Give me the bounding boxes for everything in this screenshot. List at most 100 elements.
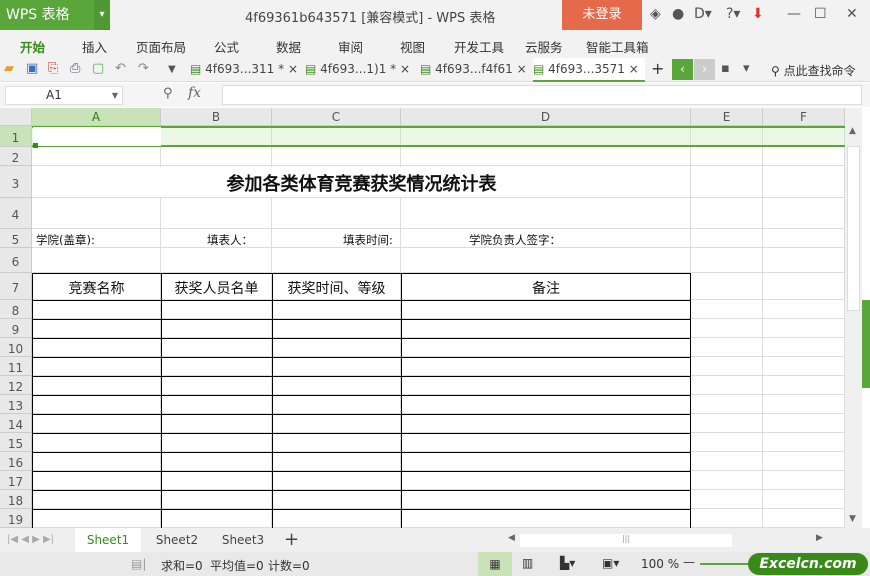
app-logo-label: WPS 表格 <box>6 7 70 23</box>
row-header-10[interactable]: 10 <box>0 338 32 357</box>
close-tab-icon[interactable]: × <box>517 62 527 76</box>
menu-data[interactable]: 数据 <box>276 37 301 56</box>
formula-input[interactable] <box>222 85 862 105</box>
row-header-7[interactable]: 7 <box>0 273 32 300</box>
menu-view[interactable]: 视图 <box>400 37 425 56</box>
doc-tab[interactable]: ▤ 4f693...311 * × <box>190 58 298 82</box>
page-layout-icon[interactable]: ▙▾ <box>560 556 575 570</box>
download-icon[interactable]: ⬇ <box>752 6 764 22</box>
doc-tab[interactable]: ▤ 4f693...1)1 * × <box>305 58 415 82</box>
tab-next-button[interactable]: › <box>694 59 715 80</box>
menu-developer[interactable]: 开发工具 <box>454 37 504 56</box>
menu-review[interactable]: 审阅 <box>338 37 363 56</box>
table-border <box>32 471 691 472</box>
column-header-B[interactable]: B <box>161 108 272 126</box>
select-all-corner[interactable] <box>0 108 32 126</box>
column-header-A[interactable]: A <box>32 108 161 126</box>
close-tab-icon[interactable]: × <box>288 62 298 76</box>
minimize-icon[interactable]: — <box>787 6 801 22</box>
side-panel-toggle[interactable] <box>862 300 870 388</box>
share-icon[interactable]: D▾ <box>694 6 712 22</box>
row-header-9[interactable]: 9 <box>0 319 32 338</box>
column-header-E[interactable]: E <box>691 108 763 126</box>
horizontal-scrollbar[interactable]: ||| <box>520 534 732 547</box>
chevron-down-icon[interactable]: ▾ <box>94 0 110 30</box>
row-header-14[interactable]: 14 <box>0 414 32 433</box>
menu-page-layout[interactable]: 页面布局 <box>136 37 186 56</box>
name-box[interactable]: A1 ▼ <box>5 86 123 105</box>
row-header-1[interactable]: 1 <box>0 126 32 147</box>
row-header-18[interactable]: 18 <box>0 490 32 509</box>
doc-tab[interactable]: ▤ 4f693...f4f61 × <box>420 58 530 82</box>
sheet-nav-icons[interactable]: |◀ ◀ ▶ ▶| <box>7 534 54 545</box>
menu-cloud[interactable]: 云服务 <box>525 37 563 56</box>
vertical-scrollbar[interactable]: ▲ ▼ <box>845 108 862 528</box>
row-header-15[interactable]: 15 <box>0 433 32 452</box>
sheet-tab-3[interactable]: Sheet3 <box>213 528 273 552</box>
zoom-slider[interactable] <box>700 563 750 565</box>
header-notes: 备注 <box>532 281 560 297</box>
open-icon[interactable]: ▰ <box>4 61 14 76</box>
row-header-16[interactable]: 16 <box>0 452 32 471</box>
tab-prev-button[interactable]: ‹ <box>672 59 693 80</box>
skin-icon[interactable]: ◈ <box>650 6 661 22</box>
row-header-4[interactable]: 4 <box>0 198 32 229</box>
menu-insert[interactable]: 插入 <box>82 37 107 56</box>
reading-mode-icon[interactable]: ▣▾ <box>602 556 619 570</box>
column-header-F[interactable]: F <box>763 108 845 126</box>
print-icon[interactable]: ⎙ <box>70 61 80 76</box>
menu-formulas[interactable]: 公式 <box>214 37 239 56</box>
row-header-3[interactable]: 3 <box>0 166 32 198</box>
column-header-C[interactable]: C <box>272 108 401 126</box>
row-header-8[interactable]: 8 <box>0 300 32 319</box>
scroll-right-icon[interactable]: ▶ <box>816 533 823 543</box>
menu-home[interactable]: 开始 <box>20 37 45 56</box>
scroll-thumb[interactable] <box>847 146 860 311</box>
column-header-D[interactable]: D <box>401 108 691 126</box>
redo-icon[interactable]: ↷ <box>138 61 149 76</box>
row-header-19[interactable]: 19 <box>0 509 32 528</box>
row-header-2[interactable]: 2 <box>0 147 32 166</box>
settings-icon[interactable]: ● <box>672 6 684 22</box>
sheet-tab-1[interactable]: Sheet1 <box>75 528 141 552</box>
maximize-icon[interactable]: ☐ <box>814 6 827 22</box>
row-header-17[interactable]: 17 <box>0 471 32 490</box>
scroll-up-icon[interactable]: ▲ <box>849 126 856 136</box>
menu-smart-tools[interactable]: 智能工具箱 <box>586 37 649 56</box>
close-icon[interactable]: ✕ <box>846 6 858 22</box>
wps-logo-menu[interactable]: WPS 表格 ▾ <box>0 0 110 30</box>
close-tab-icon[interactable]: × <box>629 62 639 76</box>
active-cell-a1[interactable] <box>33 127 161 146</box>
export-pdf-icon[interactable]: ⎘ <box>48 61 58 76</box>
pin-icon[interactable]: ▾ <box>743 61 750 76</box>
sheet-tab-2[interactable]: Sheet2 <box>147 528 207 552</box>
command-search[interactable]: ⚲ 点此查找命令 <box>771 62 856 79</box>
chevron-down-icon[interactable]: ▼ <box>112 87 118 104</box>
scroll-down-icon[interactable]: ▼ <box>849 514 856 524</box>
close-tab-icon[interactable]: × <box>400 62 410 76</box>
command-search-label: 点此查找命令 <box>783 64 856 78</box>
zoom-search-icon[interactable]: ⚲ <box>163 86 173 101</box>
add-sheet-icon[interactable]: + <box>284 528 299 552</box>
page-break-view-icon[interactable]: ▥ <box>522 556 533 570</box>
row-header-13[interactable]: 13 <box>0 395 32 414</box>
new-tab-icon[interactable]: + <box>651 59 664 78</box>
zoom-out-icon[interactable]: — <box>683 555 695 569</box>
row-header-6[interactable]: 6 <box>0 248 32 273</box>
print-preview-icon[interactable]: ▢ <box>92 61 104 76</box>
undo-icon[interactable]: ↶ <box>115 61 126 76</box>
more-icon[interactable]: ▼ <box>168 64 176 75</box>
scroll-left-icon[interactable]: ◀ <box>508 533 515 543</box>
row-header-12[interactable]: 12 <box>0 376 32 395</box>
excel-file-icon: ▤ <box>420 62 432 76</box>
doc-tab-active[interactable]: ▤ 4f693...3571 × <box>533 58 645 82</box>
screen-icon[interactable]: ▪ <box>721 61 730 76</box>
help-icon[interactable]: ?▾ <box>726 6 740 22</box>
row-header-5[interactable]: 5 <box>0 229 32 248</box>
normal-view-icon[interactable]: ▦ <box>478 552 512 576</box>
fill-handle[interactable] <box>33 143 38 148</box>
fx-button[interactable]: fx <box>188 85 201 101</box>
save-icon[interactable]: ▣ <box>26 61 38 76</box>
login-button[interactable]: 未登录 <box>562 0 642 30</box>
row-header-11[interactable]: 11 <box>0 357 32 376</box>
